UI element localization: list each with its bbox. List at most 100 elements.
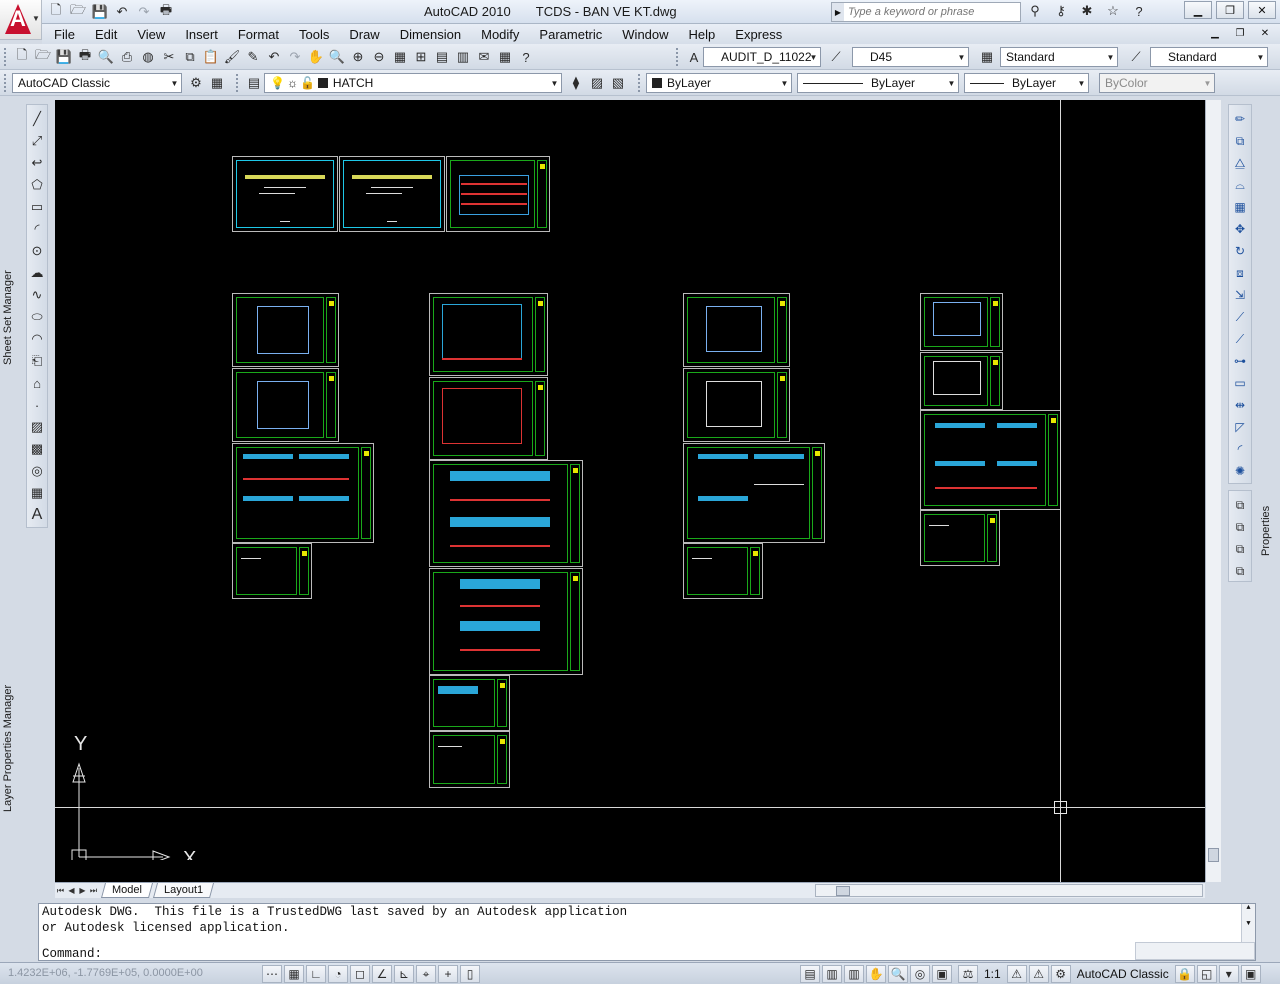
zoom-window-icon[interactable]: ⊕ (348, 48, 368, 66)
canvas-vertical-scrollbar[interactable] (1205, 100, 1221, 882)
move-icon[interactable]: ✥ (1231, 219, 1249, 239)
annotation-scale-icon[interactable]: ⚖ (958, 965, 978, 983)
copy-object-icon[interactable]: ⧉ (1231, 131, 1249, 151)
restore-drawing-button[interactable]: ❐ (1229, 25, 1251, 41)
object-snap-icon[interactable]: ◻ (350, 965, 370, 983)
snap-mode-icon[interactable]: ⋯ (262, 965, 282, 983)
isolate-objects-icon[interactable]: ◱ (1196, 965, 1217, 983)
toolbar-grip[interactable] (236, 74, 240, 92)
open-icon[interactable]: 🗁 (33, 47, 53, 66)
trim-icon[interactable]: ⟋ (1231, 307, 1249, 327)
array-icon[interactable]: ▦ (1231, 197, 1249, 217)
communication-center-icon[interactable]: ✱ (1076, 2, 1098, 20)
lineweight-icon[interactable]: + (438, 965, 458, 983)
table-style-select[interactable]: Standard ▼ (1000, 47, 1118, 67)
auto-scale-icon[interactable]: ⚠ (1028, 965, 1049, 983)
status-bar-menu-icon[interactable]: ▾ (1218, 965, 1239, 983)
publish-icon[interactable]: ⎙ (117, 48, 137, 66)
explode-icon[interactable]: ✺ (1231, 461, 1249, 481)
pan-icon[interactable]: ✋ (306, 48, 326, 66)
pan-icon[interactable]: ✋ (866, 965, 886, 983)
open-icon[interactable]: 🗁 (68, 2, 88, 21)
menu-draw[interactable]: Draw (339, 27, 389, 42)
lock-icon[interactable]: 🔒 (1174, 965, 1195, 983)
workspace-select[interactable]: AutoCAD Classic ▼ (12, 73, 182, 93)
dynamic-ucs-icon[interactable]: ⊾ (394, 965, 414, 983)
menu-tools[interactable]: Tools (289, 27, 339, 42)
ellipse-icon[interactable]: ⬭ (28, 307, 46, 327)
keyword-search-input[interactable] (844, 6, 1020, 18)
undo-icon[interactable]: ↶ (264, 48, 284, 66)
circle-icon[interactable]: ⊙ (28, 241, 46, 261)
properties-icon[interactable]: ▦ (390, 48, 410, 66)
toolbar-grip[interactable] (638, 74, 642, 92)
break-at-point-icon[interactable]: ⊶ (1231, 351, 1249, 371)
erase-icon[interactable]: ✏ (1231, 109, 1249, 129)
make-block-icon[interactable]: ⌂ (28, 373, 46, 393)
command-history-scrollbar[interactable]: ▲ ▼ (1241, 904, 1255, 944)
polyline-icon[interactable]: ↩ (28, 153, 46, 173)
dim-style-select[interactable]: D45 ▼ (852, 47, 969, 67)
quick-view-layouts-icon[interactable]: ▥ (822, 965, 842, 983)
menu-insert[interactable]: Insert (175, 27, 228, 42)
layer-select[interactable]: 💡 ☼ 🔓 HATCH ▼ (264, 73, 562, 93)
model-space-canvas[interactable]: Y X (55, 100, 1205, 882)
redo-icon[interactable]: ↷ (134, 3, 154, 21)
close-drawing-button[interactable]: ✕ (1254, 25, 1276, 41)
multiline-text-icon[interactable]: A (28, 505, 46, 525)
toolbar-grip[interactable] (4, 74, 8, 92)
new-icon[interactable]: 🗋 (46, 2, 66, 21)
paste-icon[interactable]: 📋 (201, 48, 221, 66)
tab-layout1[interactable]: Layout1 (152, 883, 215, 898)
favorites-icon[interactable]: ☆ (1102, 2, 1124, 20)
layer-properties-manager-tab[interactable]: Layer Properties Manager (2, 685, 14, 812)
cut-icon[interactable]: ✂ (159, 48, 179, 66)
offset-icon[interactable]: ⌓ (1231, 175, 1249, 195)
scrollbar-thumb[interactable] (1208, 848, 1219, 862)
sheet-set-icon[interactable]: ▥ (453, 48, 473, 66)
canvas-horizontal-scrollbar[interactable] (815, 884, 1203, 897)
menu-window[interactable]: Window (612, 27, 678, 42)
undo-icon[interactable]: ↶ (112, 3, 132, 21)
markup-icon[interactable]: ✉ (474, 48, 494, 66)
steering-wheel-icon[interactable]: ◎ (910, 965, 930, 983)
match-properties-icon[interactable]: 🖌 (222, 48, 242, 66)
join-icon[interactable]: ⇹ (1231, 395, 1249, 415)
restore-window-button[interactable]: ❐ (1216, 1, 1244, 19)
multileader-style-select[interactable]: Standard ▼ (1150, 47, 1268, 67)
menu-help[interactable]: Help (679, 27, 726, 42)
multileader-style-icon[interactable]: ⟋ (1126, 48, 1146, 66)
showmotion-icon[interactable]: ▣ (932, 965, 952, 983)
toolbar-grip[interactable] (4, 48, 8, 66)
3d-dwf-icon[interactable]: ◍ (138, 48, 158, 66)
sheet-set-manager-tab[interactable]: Sheet Set Manager (2, 270, 14, 365)
ellipse-arc-icon[interactable]: ◠ (28, 329, 46, 349)
scale-icon[interactable]: ⧈ (1231, 263, 1249, 283)
tab-model[interactable]: Model (100, 883, 153, 898)
zoom-icon[interactable]: 🔍 (888, 965, 908, 983)
dim-style-icon[interactable]: ⟋ (826, 48, 846, 66)
last-tab-icon[interactable]: ⏭ (88, 886, 99, 896)
application-menu-button[interactable]: A ▼ (0, 0, 42, 40)
command-line-scrollbar[interactable] (1135, 942, 1255, 960)
workspace-settings-icon[interactable]: ⚙ (186, 74, 206, 92)
zoom-previous-icon[interactable]: ⊖ (369, 48, 389, 66)
first-tab-icon[interactable]: ⏮ (55, 886, 66, 896)
annotation-scale-value[interactable]: 1:1 (980, 965, 1005, 983)
lineweight-control-select[interactable]: ByLayer ▼ (964, 73, 1089, 93)
menu-parametric[interactable]: Parametric (529, 27, 612, 42)
workspace-status-value[interactable]: AutoCAD Classic (1073, 965, 1173, 983)
menu-format[interactable]: Format (228, 27, 289, 42)
insert-block-icon[interactable]: ⎗ (28, 351, 46, 371)
menu-file[interactable]: File (42, 27, 85, 42)
layer-states-icon[interactable]: ▧ (608, 74, 628, 92)
construction-line-icon[interactable]: ⤢ (28, 131, 46, 151)
polar-tracking-icon[interactable]: ◔ (328, 965, 348, 983)
design-center-icon[interactable]: ⊞ (411, 48, 431, 66)
workspace-switching-icon[interactable]: ⚙ (1050, 965, 1071, 983)
line-icon[interactable]: ╱ (28, 109, 46, 129)
customize-icon[interactable]: ▦ (207, 74, 227, 92)
chamfer-icon[interactable]: ◸ (1231, 417, 1249, 437)
arc-icon[interactable]: ◜ (28, 219, 46, 239)
zoom-realtime-icon[interactable]: 🔍 (327, 48, 347, 66)
